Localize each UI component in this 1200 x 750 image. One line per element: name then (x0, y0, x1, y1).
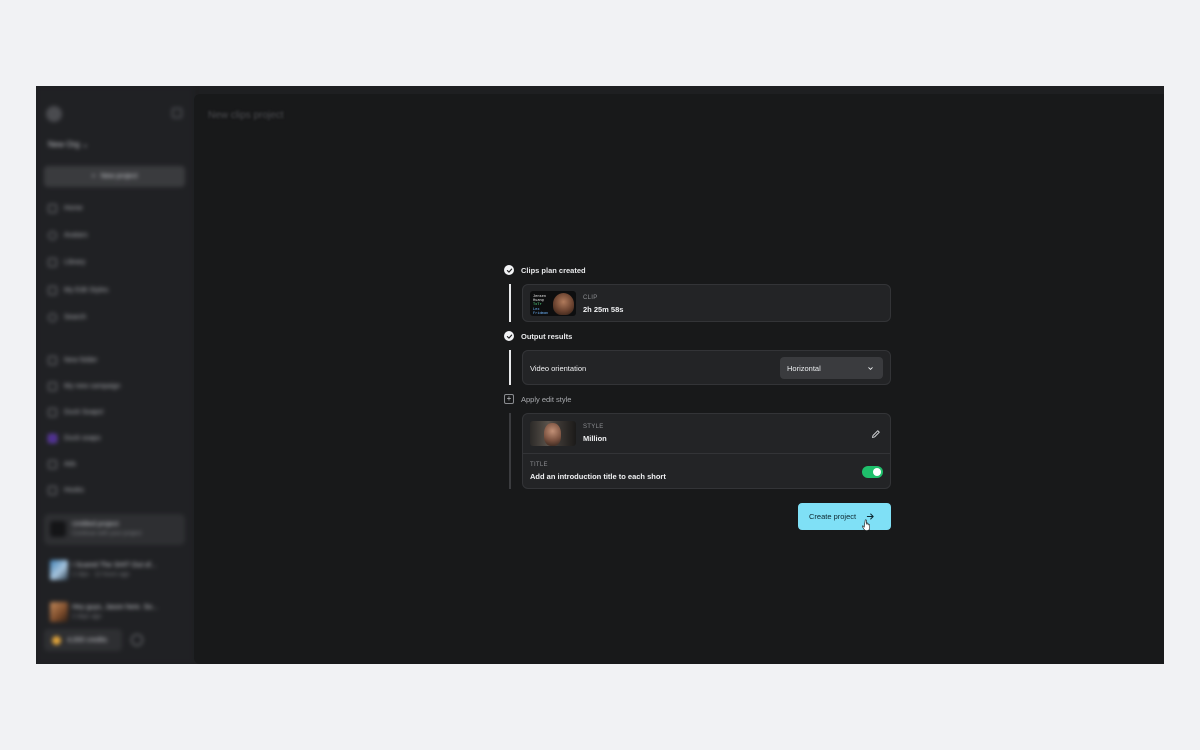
sidebar-item-label: New folder (64, 357, 98, 364)
create-project-button[interactable]: Create project (798, 503, 891, 530)
current-project-subtitle: Continue with your project (72, 531, 142, 537)
step-connector (509, 413, 511, 489)
create-project-label: Create project (809, 512, 857, 521)
sidebar-item-edit-styles[interactable]: My Edit Styles (48, 286, 108, 295)
sidebar-folder-duck-soaps-1[interactable]: Duck Soaps! (48, 408, 104, 417)
title-description: Add an introduction title to each short (530, 472, 666, 481)
step-clips-plan: Clips plan created (504, 265, 586, 275)
sidebar-item-search[interactable]: Search (48, 313, 86, 322)
sidebar-item-label: Home (64, 205, 83, 212)
sidebar-collapse-icon[interactable] (172, 108, 182, 118)
step-connector (509, 284, 511, 322)
intro-title-toggle[interactable] (862, 466, 883, 478)
sidebar-item-label: My new campaign (64, 383, 121, 390)
sidebar-folder-duck-soaps-2[interactable]: Duck soaps (48, 434, 101, 443)
style-value: Million (583, 434, 607, 443)
sidebar-item-label: Avatars (64, 232, 88, 239)
video-thumbnail (50, 602, 68, 622)
clip-label: CLIP (583, 295, 598, 301)
sidebar-item-label: Duck Soaps! (64, 409, 104, 416)
recent-video-item[interactable]: Hey guys, Jason here. So... 2 days ago (50, 602, 185, 624)
edit-style-card: STYLE Million TITLE Add an introduction … (522, 413, 891, 489)
new-project-label: New project (100, 173, 138, 180)
project-thumbnail (50, 521, 66, 537)
help-icon[interactable] (131, 634, 143, 646)
video-title: Hey guys, Jason here. So... (72, 604, 158, 611)
clip-card: Jensen Huang TxTr Lex Fridman CLIP 2h 25… (522, 284, 891, 322)
plus-icon: + (91, 173, 96, 180)
style-label: STYLE (583, 424, 604, 430)
style-thumbnail (530, 421, 576, 446)
step-output-results: Output results (504, 331, 572, 341)
plus-square-icon: + (504, 394, 514, 404)
thumbnail-face (553, 293, 574, 315)
clip-thumbnail: Jensen Huang TxTr Lex Fridman (530, 291, 576, 316)
current-project-card[interactable]: Untitled project Continue with your proj… (44, 514, 185, 545)
step-connector (509, 350, 511, 385)
home-icon (48, 204, 57, 213)
search-icon (48, 313, 57, 322)
step-title: Clips plan created (521, 265, 586, 275)
folder-icon (48, 356, 57, 365)
sidebar-item-label: My Edit Styles (64, 287, 109, 294)
check-circle-icon (504, 331, 514, 341)
card-divider (523, 453, 890, 454)
credits-label: 4,000 credits (67, 636, 108, 644)
sidebar-item-label: Search (64, 314, 87, 321)
sidebar: New Org ⌄ + New project Home Avatars Libr… (36, 86, 194, 664)
orientation-card: Video orientation Horizontal (522, 350, 891, 385)
campaign-icon (48, 408, 57, 417)
sidebar-folder-ads[interactable]: Ads (48, 460, 76, 469)
coin-icon (52, 635, 61, 645)
org-name: New Org (48, 140, 80, 149)
step-title: Apply edit style (521, 394, 572, 404)
clip-duration: 2h 25m 58s (583, 305, 624, 314)
folder-icon (48, 486, 57, 495)
recent-video-item[interactable]: I Scared The SHIT Out of... 2 clips · 12… (50, 560, 185, 582)
sidebar-folder-hooks[interactable]: Hooks (48, 486, 84, 495)
edit-styles-icon (48, 286, 57, 295)
video-meta: 2 clips · 12 hours ago (72, 572, 130, 578)
sidebar-folder-new-folder[interactable]: New folder (48, 356, 97, 365)
new-project-button[interactable]: + New project (44, 166, 185, 187)
hand-cursor-icon (862, 519, 870, 531)
chevron-down-icon (868, 366, 873, 370)
folder-icon (48, 460, 57, 469)
campaign-icon (48, 434, 57, 443)
current-project-title: Untitled project (72, 521, 119, 528)
sidebar-item-avatars[interactable]: Avatars (48, 231, 88, 240)
video-title: I Scared The SHIT Out of... (72, 562, 157, 569)
orientation-label: Video orientation (530, 364, 587, 373)
sidebar-item-home[interactable]: Home (48, 204, 83, 213)
step-apply-edit-style: + Apply edit style (504, 394, 571, 404)
main-panel: New clips project Clips plan created Jen… (194, 94, 1164, 664)
library-icon (48, 258, 57, 267)
credits-badge[interactable]: 4,000 credits (44, 629, 122, 651)
sidebar-folder-campaign[interactable]: My new campaign (48, 382, 120, 391)
video-meta: 2 days ago (72, 614, 102, 620)
pencil-icon[interactable] (871, 429, 881, 439)
avatar-icon (48, 231, 57, 240)
check-circle-icon (504, 265, 514, 275)
app-window: New Org ⌄ + New project Home Avatars Libr… (36, 86, 1164, 664)
sidebar-item-label: Duck soaps (64, 435, 101, 442)
orientation-select[interactable]: Horizontal (780, 357, 883, 379)
sidebar-item-library[interactable]: Library (48, 258, 85, 267)
orientation-value: Horizontal (787, 363, 821, 373)
step-title: Output results (521, 331, 573, 341)
video-thumbnail (50, 560, 68, 580)
sidebar-item-label: Hooks (64, 487, 84, 494)
sidebar-item-label: Ads (64, 461, 77, 468)
page-title: New clips project (208, 110, 284, 121)
sidebar-item-label: Library (64, 259, 86, 266)
org-switcher[interactable]: New Org ⌄ (48, 140, 89, 149)
thumbnail-face (544, 423, 561, 446)
org-logo-icon[interactable] (46, 106, 62, 122)
thumb-text-line: Fridman (533, 310, 549, 315)
campaign-icon (48, 382, 57, 391)
title-label: TITLE (530, 462, 548, 468)
toggle-knob (873, 468, 881, 476)
